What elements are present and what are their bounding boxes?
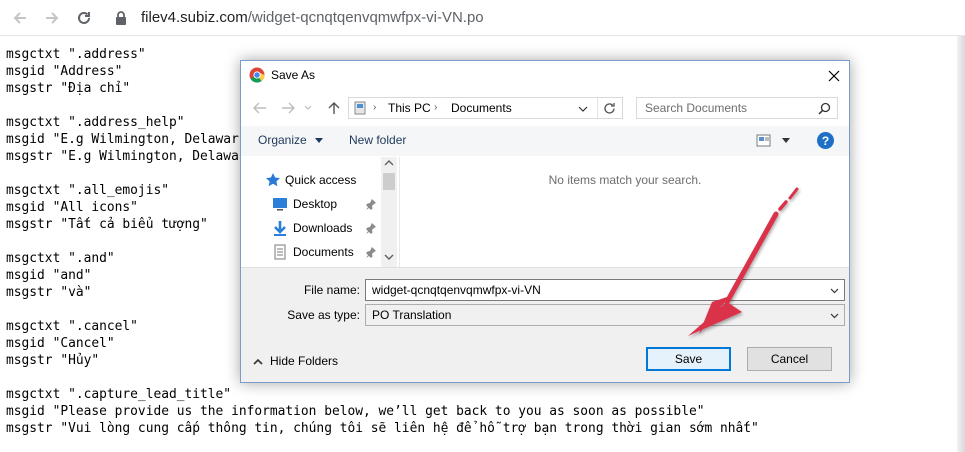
- chrome-icon: [249, 67, 265, 83]
- hide-folders-label: Hide Folders: [270, 354, 339, 368]
- save-form: File name: Save as type: PO Translation …: [241, 267, 849, 382]
- change-view-button[interactable]: [756, 134, 792, 148]
- back-arrow-icon[interactable]: [8, 6, 32, 30]
- page-right-shadow: [957, 36, 965, 452]
- refresh-icon[interactable]: [597, 98, 621, 118]
- recent-dropdown-icon[interactable]: [302, 99, 314, 117]
- nav-item-label: Documents: [293, 245, 354, 259]
- nav-item-label: Desktop: [293, 197, 338, 211]
- breadcrumb-documents[interactable]: Documents: [451, 101, 512, 115]
- url-path: /widget-qcnqtqenvqmwfpx-vi-VN.po: [247, 9, 484, 26]
- save-as-type-value: PO Translation: [372, 308, 452, 322]
- help-icon[interactable]: ?: [817, 132, 834, 149]
- file-list-pane[interactable]: No items match your search.: [399, 157, 849, 267]
- star-icon: [265, 172, 281, 188]
- browser-toolbar: filev4.subiz.com/widget-qcnqtqenvqmwfpx-…: [0, 0, 965, 36]
- nav-item-downloads[interactable]: Downloads: [241, 217, 379, 239]
- navigation-pane: Quick access Desktop Downloads Documents: [241, 157, 397, 267]
- chevron-up-icon: [253, 358, 263, 365]
- chevron-down-icon[interactable]: [829, 310, 840, 321]
- search-input[interactable]: [637, 98, 815, 118]
- file-name-input[interactable]: [366, 280, 822, 300]
- save-as-dialog: Save As › This PC › Documents Search Doc…: [240, 60, 850, 383]
- organize-label: Organize: [258, 133, 307, 147]
- dialog-titlebar[interactable]: Save As: [241, 61, 849, 90]
- organize-button[interactable]: Organize: [258, 133, 324, 147]
- breadcrumb-separator-icon[interactable]: ›: [373, 102, 376, 113]
- dialog-back-icon[interactable]: [251, 99, 269, 117]
- nav-item-quick-access[interactable]: Quick access: [241, 169, 379, 191]
- scroll-up-icon[interactable]: [384, 159, 394, 167]
- desktop-icon: [272, 196, 288, 212]
- breadcrumb-this-pc[interactable]: This PC: [388, 101, 431, 115]
- dialog-forward-icon[interactable]: [279, 99, 297, 117]
- up-folder-icon[interactable]: [325, 99, 343, 117]
- pin-icon: [365, 198, 377, 210]
- breadcrumb[interactable]: › This PC › Documents: [348, 97, 623, 119]
- lock-icon[interactable]: [114, 10, 128, 26]
- save-button[interactable]: Save: [646, 347, 731, 371]
- nav-item-desktop[interactable]: Desktop: [241, 193, 379, 215]
- search-documents-box[interactable]: [636, 97, 838, 119]
- reload-icon[interactable]: [72, 6, 96, 30]
- dialog-title: Save As: [271, 68, 316, 82]
- url-host: filev4.subiz.com: [141, 9, 248, 26]
- chevron-down-icon[interactable]: [829, 285, 840, 296]
- view-icon: [756, 134, 790, 147]
- nav-item-documents[interactable]: Documents: [241, 241, 379, 263]
- file-name-label: File name:: [303, 283, 360, 297]
- nav-item-label: Downloads: [293, 221, 353, 235]
- empty-message: No items match your search.: [548, 173, 702, 187]
- breadcrumb-separator-icon[interactable]: ›: [434, 102, 437, 113]
- pin-icon: [365, 246, 377, 258]
- new-folder-button[interactable]: New folder: [349, 133, 406, 147]
- cancel-button[interactable]: Cancel: [747, 347, 832, 371]
- forward-arrow-icon[interactable]: [40, 6, 64, 30]
- close-icon[interactable]: [823, 65, 845, 87]
- save-as-type-label: Save as type:: [287, 308, 360, 322]
- scroll-down-icon[interactable]: [384, 253, 394, 261]
- pin-icon: [365, 222, 377, 234]
- this-pc-icon: [353, 101, 367, 115]
- nav-item-label: Quick access: [285, 173, 357, 187]
- address-bar[interactable]: filev4.subiz.com/widget-qcnqtqenvqmwfpx-…: [141, 9, 484, 26]
- chevron-down-icon[interactable]: [577, 102, 589, 114]
- document-icon: [272, 244, 288, 260]
- dialog-toolbar: Organize New folder ?: [241, 126, 849, 156]
- save-as-type-select[interactable]: PO Translation: [365, 304, 845, 326]
- nav-scrollbar[interactable]: [381, 157, 397, 267]
- file-name-field[interactable]: [365, 279, 845, 301]
- search-icon[interactable]: [818, 102, 831, 115]
- scrollbar-thumb[interactable]: [383, 173, 395, 190]
- chevron-down-icon: [315, 137, 324, 143]
- hide-folders-button[interactable]: Hide Folders: [252, 354, 338, 368]
- download-icon: [272, 220, 288, 236]
